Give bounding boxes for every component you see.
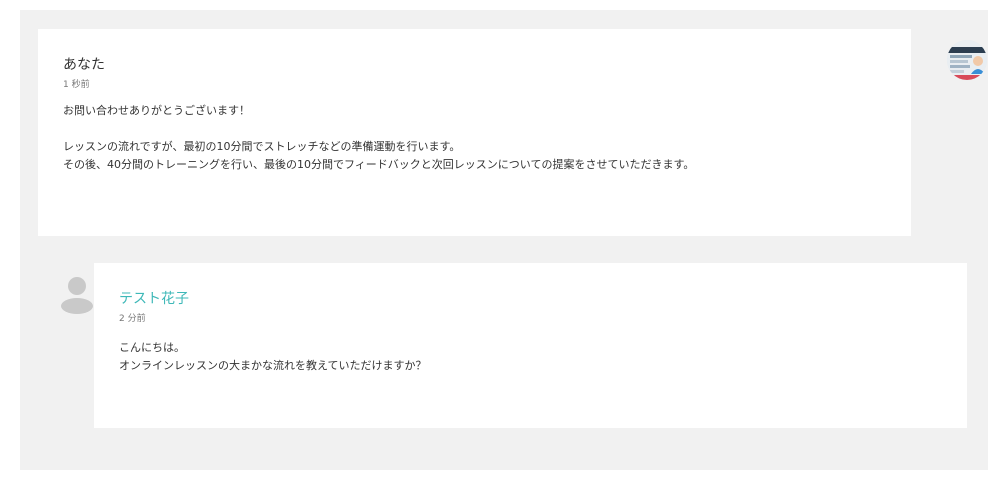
message-timestamp: 1 秒前	[63, 80, 90, 90]
message-line: その後、40分間のトレーニングを行い、最後の10分間でフィードバックと次回レッス…	[63, 158, 695, 171]
message-line: レッスンの流れですが、最初の10分間でストレッチなどの準備運動を行います。	[63, 140, 461, 153]
my-avatar[interactable]	[947, 40, 987, 80]
message-line: こんにちは。	[119, 341, 185, 354]
message-body: お問い合わせありがとうございます！ レッスンの流れですが、最初の10分間でストレ…	[63, 102, 911, 174]
other-message-card: テスト花子 2 分前 こんにちは。 オンラインレッスンの大まかな流れを教えていた…	[94, 263, 967, 428]
user-photo-avatar-icon	[947, 40, 987, 80]
message-author-link[interactable]: テスト花子	[119, 290, 967, 308]
other-user-avatar[interactable]	[57, 276, 97, 316]
message-line: オンラインレッスンの大まかな流れを教えていただけますか？	[119, 359, 427, 372]
message-body: こんにちは。 オンラインレッスンの大まかな流れを教えていただけますか？	[119, 339, 967, 375]
default-user-avatar-icon	[61, 277, 93, 314]
message-timestamp: 2 分前	[119, 314, 146, 324]
message-line: お問い合わせありがとうございます！	[63, 104, 250, 117]
message-thread: あなた 1 秒前 お問い合わせありがとうございます！ レッスンの流れですが、最初…	[20, 10, 988, 470]
message-author: あなた	[63, 57, 105, 73]
message-line	[63, 120, 911, 138]
my-message-card: あなた 1 秒前 お問い合わせありがとうございます！ レッスンの流れですが、最初…	[38, 29, 911, 236]
